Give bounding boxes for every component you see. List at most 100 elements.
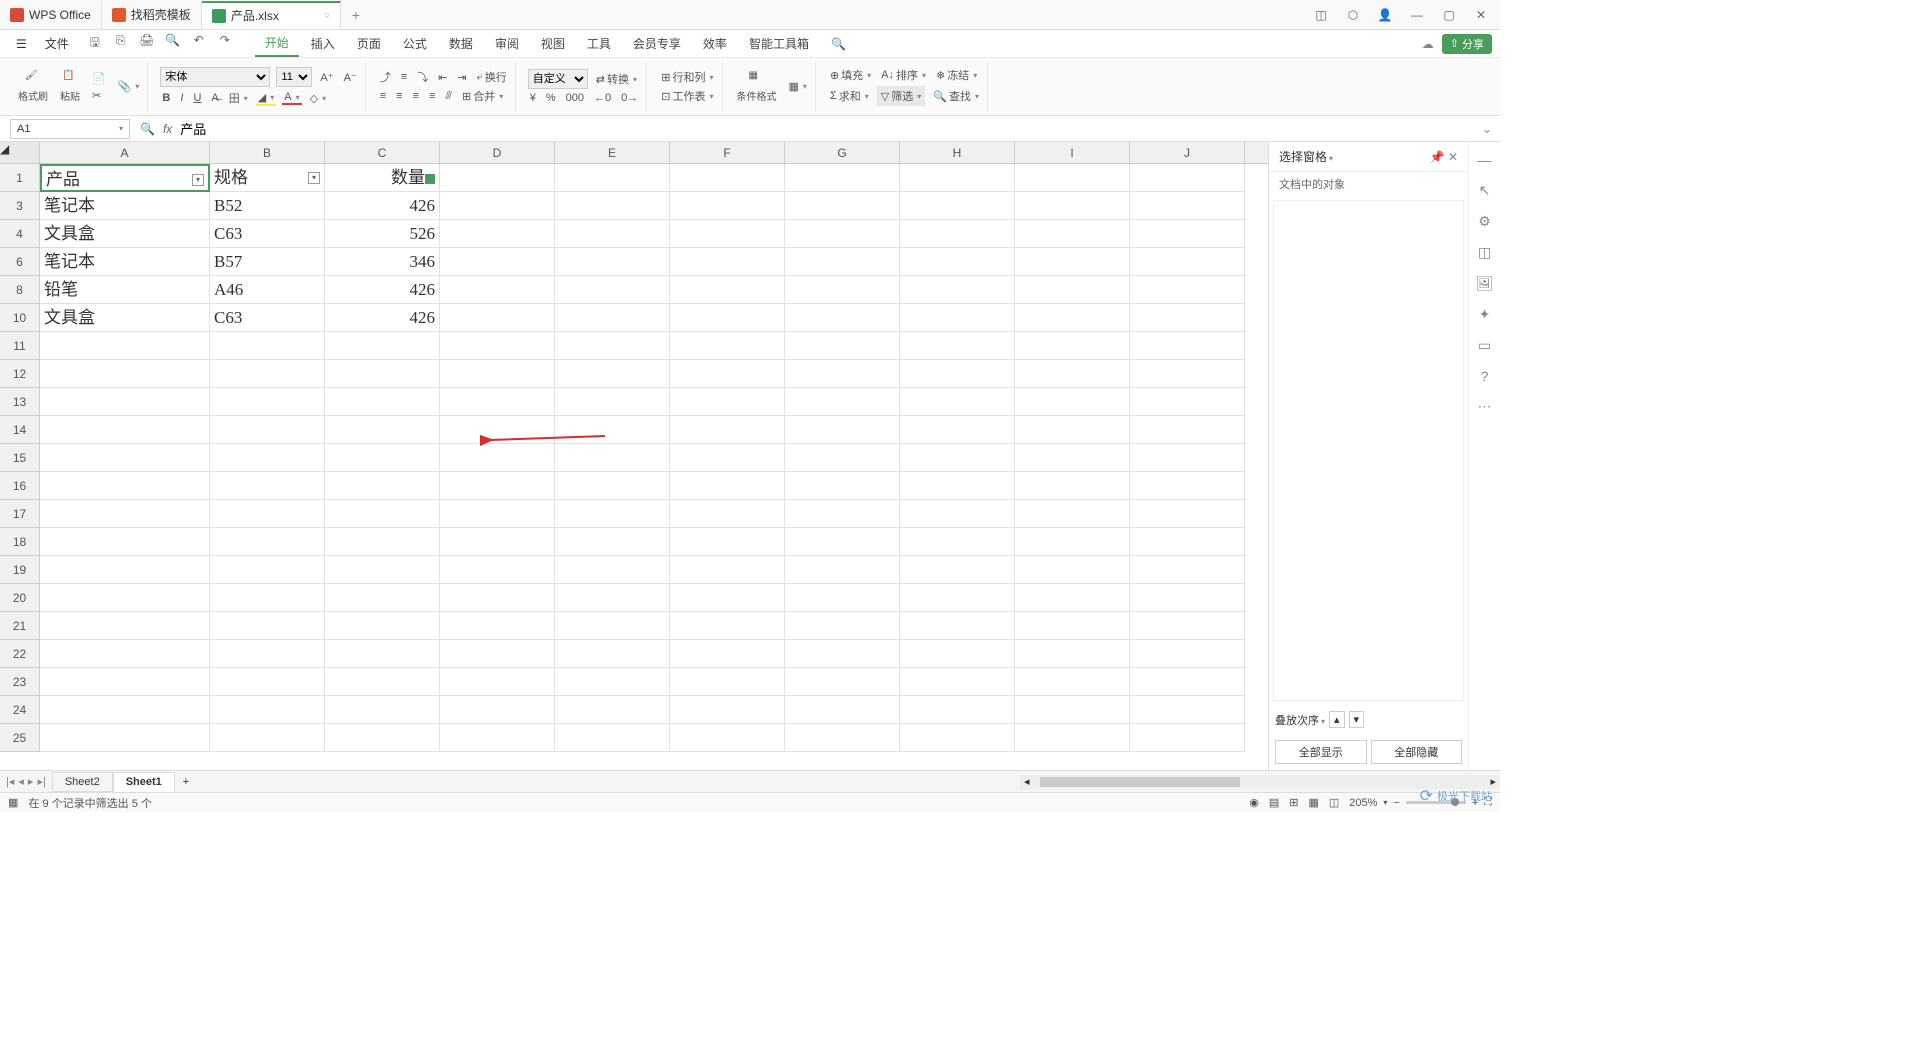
cell[interactable] (670, 472, 785, 500)
cloud-icon[interactable]: ☁ (1422, 37, 1434, 51)
cell[interactable] (1015, 556, 1130, 584)
cell[interactable] (325, 500, 440, 528)
cell[interactable] (900, 220, 1015, 248)
first-sheet-button[interactable]: |◂ (6, 775, 14, 788)
cell-style-button[interactable]: ▦ (787, 80, 809, 93)
minimize-button[interactable]: — (1410, 8, 1424, 22)
cell[interactable] (555, 724, 670, 752)
cell[interactable] (440, 248, 555, 276)
cell[interactable] (900, 248, 1015, 276)
cell[interactable] (785, 528, 900, 556)
cell[interactable] (670, 696, 785, 724)
cell[interactable]: 产品▾ (40, 164, 210, 192)
row-header[interactable]: 21 (0, 612, 40, 640)
cell[interactable] (325, 332, 440, 360)
image-icon[interactable]: 🖼 (1476, 275, 1494, 292)
cell[interactable] (1015, 668, 1130, 696)
formula-expand-button[interactable]: ⌄ (1474, 122, 1500, 136)
link-icon[interactable]: ⎘ (113, 33, 129, 54)
cell[interactable]: 526 (325, 220, 440, 248)
print-icon[interactable]: 🖨 (139, 33, 155, 54)
cell[interactable] (325, 612, 440, 640)
row-header[interactable]: 15 (0, 444, 40, 472)
cell[interactable] (40, 612, 210, 640)
cell[interactable] (900, 276, 1015, 304)
number-format-select[interactable]: 自定义 (528, 69, 588, 89)
increase-font-button[interactable]: A⁺ (318, 71, 335, 84)
cell[interactable] (440, 164, 555, 192)
cell[interactable] (900, 584, 1015, 612)
indent-left-button[interactable]: ⇤ (436, 71, 449, 84)
cell[interactable] (210, 388, 325, 416)
menu-page[interactable]: 页面 (347, 31, 391, 56)
redo-icon[interactable]: ↷ (217, 33, 233, 54)
cell[interactable] (440, 612, 555, 640)
cell[interactable] (670, 192, 785, 220)
cell[interactable] (555, 360, 670, 388)
cell[interactable] (40, 388, 210, 416)
cell[interactable] (210, 612, 325, 640)
cell[interactable]: 笔记本 (40, 192, 210, 220)
align-bottom-button[interactable]: ⤵ (415, 69, 430, 85)
cell[interactable] (40, 332, 210, 360)
cell[interactable] (1015, 696, 1130, 724)
cell[interactable] (325, 584, 440, 612)
next-sheet-button[interactable]: ▸ (28, 775, 34, 788)
paste-button[interactable]: 📋粘贴 (58, 68, 82, 105)
cell[interactable] (1130, 696, 1245, 724)
cell[interactable] (785, 360, 900, 388)
search-icon[interactable]: 🔍 (821, 33, 856, 55)
cell[interactable] (555, 668, 670, 696)
cell[interactable] (440, 528, 555, 556)
cell[interactable] (440, 192, 555, 220)
justify-button[interactable]: ≡ (427, 90, 437, 102)
cell[interactable] (325, 416, 440, 444)
cell[interactable] (440, 416, 555, 444)
cell[interactable] (670, 724, 785, 752)
cell[interactable] (785, 696, 900, 724)
cell[interactable] (555, 528, 670, 556)
cell[interactable] (1130, 640, 1245, 668)
filter-dropdown-icon[interactable]: ▾ (308, 172, 320, 184)
cell[interactable] (670, 668, 785, 696)
cell[interactable] (1130, 528, 1245, 556)
rowcol-button[interactable]: ⊞ 行和列 (659, 69, 715, 85)
align-top-button[interactable]: ⤴ (378, 69, 393, 85)
hamburger-menu[interactable]: ☰ (8, 33, 35, 55)
filter-dropdown-icon[interactable]: ▾ (192, 174, 204, 186)
cell[interactable] (900, 668, 1015, 696)
merge-button[interactable]: ⊞ 合并 (460, 88, 505, 104)
file-menu[interactable]: 文件 (37, 31, 77, 56)
cell[interactable] (210, 444, 325, 472)
align-right-button[interactable]: ≡ (411, 90, 421, 102)
cell[interactable] (555, 388, 670, 416)
cell[interactable] (1130, 724, 1245, 752)
cell[interactable] (210, 332, 325, 360)
cell[interactable] (1130, 220, 1245, 248)
cell[interactable] (210, 668, 325, 696)
align-center-button[interactable]: ≡ (394, 90, 404, 102)
col-header-E[interactable]: E (555, 142, 670, 163)
underline-button[interactable]: U (191, 92, 203, 104)
cell[interactable] (440, 724, 555, 752)
share-button[interactable]: ⇧ 分享 (1442, 34, 1492, 54)
cell[interactable] (40, 528, 210, 556)
cell[interactable] (670, 416, 785, 444)
cell[interactable] (900, 640, 1015, 668)
cell[interactable]: 文具盒 (40, 304, 210, 332)
cell[interactable] (40, 724, 210, 752)
align-left-button[interactable]: ≡ (378, 90, 388, 102)
zoom-level[interactable]: 205% (1349, 797, 1377, 809)
cell[interactable] (1015, 332, 1130, 360)
cell[interactable] (785, 444, 900, 472)
cell[interactable] (40, 584, 210, 612)
italic-button[interactable]: I (178, 92, 185, 104)
cell[interactable] (1015, 472, 1130, 500)
col-header-A[interactable]: A (40, 142, 210, 163)
more-icon[interactable]: ⋯ (1478, 398, 1492, 415)
cell[interactable] (785, 304, 900, 332)
cell[interactable] (785, 332, 900, 360)
cell[interactable] (440, 444, 555, 472)
cell[interactable] (785, 416, 900, 444)
font-color-button[interactable]: A (282, 91, 301, 105)
